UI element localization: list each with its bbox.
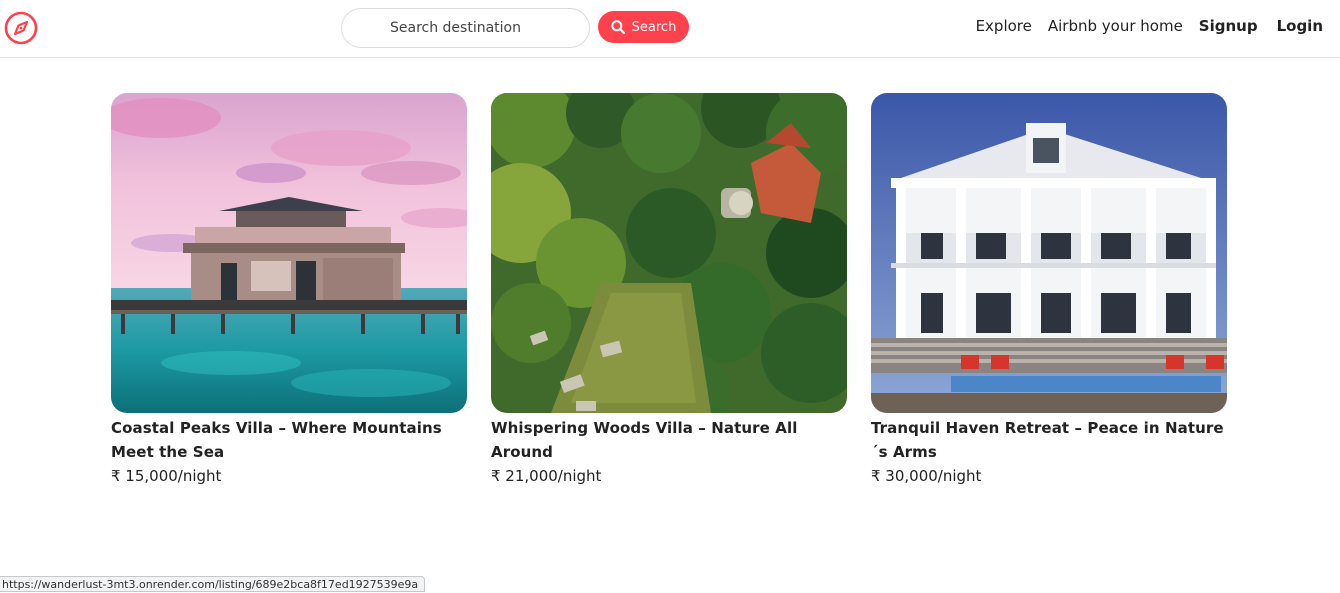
- listing-card[interactable]: Tranquil Haven Retreat – Peace in Nature…: [871, 93, 1227, 488]
- listing-image: [871, 93, 1227, 413]
- nav-signup-link[interactable]: Signup: [1199, 17, 1258, 35]
- listing-card[interactable]: Coastal Peaks Villa – Where Mountains Me…: [111, 93, 467, 488]
- search-input[interactable]: [341, 8, 590, 48]
- browser-status-bar: https://wanderlust-3mt3.onrender.com/lis…: [0, 576, 426, 592]
- compass-icon: [4, 11, 38, 45]
- listing-price: ₹ 15,000/night: [111, 467, 222, 485]
- nav-login-link[interactable]: Login: [1277, 17, 1323, 35]
- nav-host-link[interactable]: Airbnb your home: [1048, 17, 1183, 35]
- listing-title: Coastal Peaks Villa – Where Mountains Me…: [111, 419, 442, 461]
- listing-title: Whispering Woods Villa – Nature All Arou…: [491, 419, 798, 461]
- listing-card[interactable]: Whispering Woods Villa – Nature All Arou…: [491, 93, 847, 488]
- home-logo-link[interactable]: [4, 11, 38, 45]
- search-icon: [610, 20, 625, 34]
- listing-image: [111, 93, 467, 413]
- listing-image: [491, 93, 847, 413]
- search-button-label: Search: [631, 19, 677, 35]
- search-button[interactable]: Search: [598, 11, 689, 43]
- nav-links: Explore Airbnb your home Signup Login: [960, 17, 1323, 35]
- listing-title: Tranquil Haven Retreat – Peace in Nature…: [871, 419, 1224, 461]
- nav-explore-link[interactable]: Explore: [976, 17, 1032, 35]
- listing-price: ₹ 21,000/night: [491, 467, 602, 485]
- listing-price: ₹ 30,000/night: [871, 467, 982, 485]
- navbar: Search Explore Airbnb your home Signup L…: [0, 0, 1340, 58]
